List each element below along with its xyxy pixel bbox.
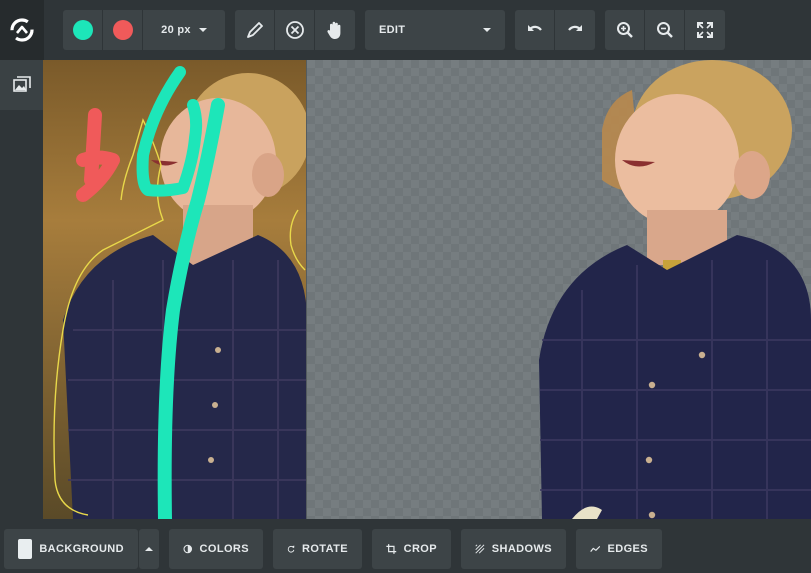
zoom-in-icon <box>616 22 633 38</box>
zoom-out-icon <box>656 22 673 38</box>
bottom-toolbar: BACKGROUND COLORS ROTATE CROP SHADOWS ED… <box>0 519 811 573</box>
fullscreen-icon <box>697 22 713 38</box>
shadows-label: SHADOWS <box>491 543 552 555</box>
pencil-tool-button[interactable] <box>235 10 275 50</box>
rotate-label: ROTATE <box>302 543 348 555</box>
contrast-icon <box>183 544 193 554</box>
redo-icon <box>568 25 582 31</box>
mode-dropdown[interactable]: EDIT <box>365 10 505 50</box>
logo-icon[interactable] <box>0 0 44 60</box>
mode-value: EDIT <box>379 24 406 36</box>
background-button[interactable]: BACKGROUND <box>4 529 138 569</box>
background-label: BACKGROUND <box>39 543 124 555</box>
brush-group: 20 px <box>63 10 225 50</box>
history-group <box>515 10 595 50</box>
brush-size-dropdown[interactable]: 20 px <box>143 10 225 50</box>
background-swatch <box>18 539 33 559</box>
zoom-group <box>605 10 725 50</box>
edges-button[interactable]: EDGES <box>576 529 662 569</box>
undo-button[interactable] <box>515 10 555 50</box>
erase-tool-button[interactable] <box>275 10 315 50</box>
keep-brush-icon <box>72 20 93 40</box>
remove-brush-icon <box>112 20 133 40</box>
chevron-up-icon <box>145 547 153 551</box>
rotate-button[interactable]: ROTATE <box>273 529 362 569</box>
chevron-down-icon <box>198 28 207 32</box>
pan-tool-button[interactable] <box>315 10 355 50</box>
pencil-icon <box>246 22 263 38</box>
remove-brush-button[interactable] <box>103 10 143 50</box>
crop-icon <box>386 544 397 554</box>
redo-button[interactable] <box>555 10 595 50</box>
edges-label: EDGES <box>607 543 648 555</box>
brush-size-value: 20 px <box>161 24 191 36</box>
crop-button[interactable]: CROP <box>372 529 451 569</box>
background-menu-toggle[interactable] <box>139 529 159 569</box>
edges-icon <box>590 545 601 552</box>
hand-icon <box>327 21 341 39</box>
chevron-down-icon <box>483 28 491 32</box>
colors-button[interactable]: COLORS <box>169 529 263 569</box>
original-image-pane[interactable] <box>43 60 307 519</box>
rotate-icon <box>287 545 295 553</box>
keep-brush-button[interactable] <box>63 10 103 50</box>
image-icon <box>12 76 31 92</box>
close-circle-icon <box>285 21 304 39</box>
crop-label: CROP <box>403 543 437 555</box>
colors-label: COLORS <box>199 543 249 555</box>
fit-screen-button[interactable] <box>685 10 725 50</box>
undo-icon <box>527 25 542 31</box>
shadows-button[interactable]: SHADOWS <box>461 529 566 569</box>
image-panel-button[interactable] <box>0 60 43 110</box>
cutout-photo <box>539 60 811 519</box>
left-rail <box>0 60 43 519</box>
top-toolbar: 20 px EDIT <box>0 0 811 60</box>
zoom-in-button[interactable] <box>605 10 645 50</box>
mode-select[interactable]: EDIT <box>365 10 505 50</box>
zoom-out-button[interactable] <box>645 10 685 50</box>
original-photo <box>43 60 307 519</box>
shadows-icon <box>475 544 485 554</box>
result-preview-pane[interactable] <box>307 60 811 519</box>
tool-group <box>235 10 355 50</box>
